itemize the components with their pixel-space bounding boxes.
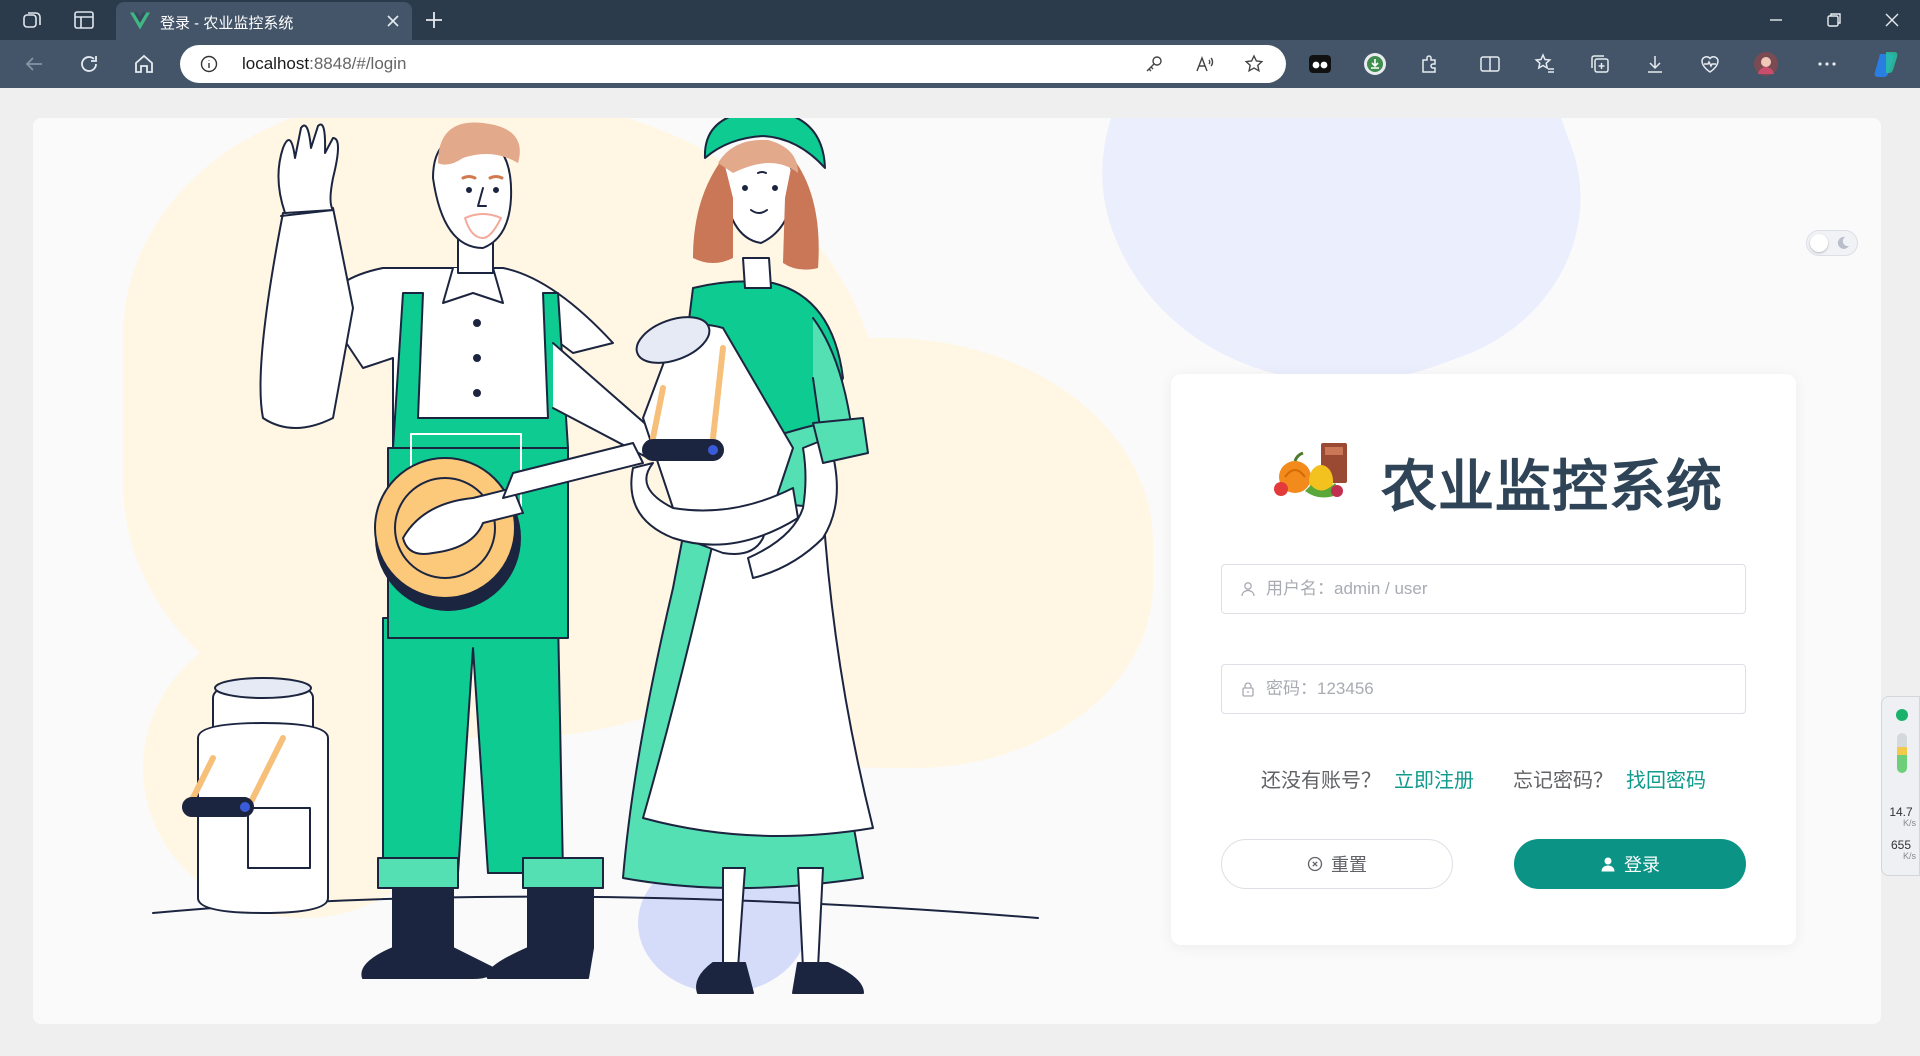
read-aloud-icon[interactable]	[1194, 54, 1214, 74]
username-input[interactable]	[1266, 565, 1736, 613]
tab-title: 登录 - 农业监控系统	[160, 15, 294, 32]
user-solid-icon	[1601, 857, 1615, 872]
theme-toggle[interactable]	[1806, 230, 1858, 256]
system-title: 农业监控系统	[1381, 455, 1723, 520]
browser-essentials-icon[interactable]	[1698, 52, 1722, 76]
reset-button[interactable]: 重置	[1221, 839, 1453, 889]
site-info-icon[interactable]	[200, 55, 218, 73]
downloads-icon[interactable]	[1643, 52, 1667, 76]
login-page-background: 农业监控系统 还没有账号？ 立即注册 忘记密码？ 找回密码 重置	[33, 118, 1881, 1024]
more-menu-icon[interactable]	[1815, 52, 1839, 76]
login-button-label: 登录	[1624, 855, 1660, 875]
collections-icon[interactable]	[1588, 52, 1612, 76]
close-window-icon[interactable]	[1880, 8, 1904, 32]
password-field[interactable]	[1221, 664, 1746, 714]
favorites-icon[interactable]	[1533, 52, 1557, 76]
theme-toggle-knob	[1810, 234, 1828, 252]
extension-glasses-icon[interactable]	[1308, 52, 1332, 76]
url-host: localhost	[242, 54, 310, 73]
status-dot	[1896, 709, 1908, 721]
agriculture-logo-icon	[1274, 443, 1347, 498]
back-icon[interactable]	[22, 52, 46, 76]
refresh-icon[interactable]	[77, 52, 101, 76]
split-screen-icon[interactable]	[1478, 52, 1502, 76]
vue-logo-icon	[130, 12, 150, 30]
login-form-card: 农业监控系统 还没有账号？ 立即注册 忘记密码？ 找回密码 重置	[1171, 374, 1796, 945]
new-tab-icon[interactable]	[422, 8, 446, 32]
browser-toolbar: localhost:8848/#/login	[0, 40, 1920, 88]
farmers-illustration	[152, 118, 1039, 994]
url-path: :8848/#/login	[309, 54, 407, 73]
upload-speed: 14.7	[1889, 805, 1913, 819]
upload-unit: K/s	[1902, 818, 1916, 828]
download-speed: 655	[1890, 838, 1912, 852]
home-icon[interactable]	[132, 52, 156, 76]
register-link[interactable]: 立即注册	[1394, 764, 1474, 793]
lock-icon	[1242, 682, 1254, 697]
minimize-icon[interactable]	[1764, 8, 1788, 32]
moon-icon	[1837, 236, 1849, 249]
username-field[interactable]	[1221, 564, 1746, 614]
extension-download-icon[interactable]	[1363, 52, 1387, 76]
no-account-text: 还没有账号？	[1261, 770, 1381, 792]
reset-circle-x-icon	[1307, 856, 1323, 872]
address-bar[interactable]: localhost:8848/#/login	[180, 45, 1286, 83]
account-links: 还没有账号？ 立即注册 忘记密码？ 找回密码	[1171, 764, 1796, 794]
favorite-star-icon[interactable]	[1244, 54, 1264, 74]
user-icon	[1241, 582, 1255, 597]
usage-bar	[1897, 733, 1907, 773]
key-icon[interactable]	[1144, 54, 1164, 74]
url-text[interactable]: localhost:8848/#/login	[242, 54, 406, 74]
workspaces-icon[interactable]	[20, 8, 44, 32]
reset-button-label: 重置	[1331, 855, 1367, 875]
forgot-password-text: 忘记密码？	[1513, 770, 1613, 792]
login-button[interactable]: 登录	[1514, 839, 1746, 889]
password-input[interactable]	[1266, 665, 1736, 713]
copilot-icon[interactable]	[1872, 50, 1900, 78]
download-unit: K/s	[1902, 851, 1916, 861]
extensions-puzzle-icon[interactable]	[1418, 52, 1442, 76]
tab-login[interactable]: 登录 - 农业监控系统	[116, 2, 412, 40]
page-viewport: 农业监控系统 还没有账号？ 立即注册 忘记密码？ 找回密码 重置	[0, 88, 1920, 1056]
browser-tab-bar: 登录 - 农业监控系统	[0, 0, 1920, 40]
close-tab-icon[interactable]	[384, 12, 402, 30]
recover-password-link[interactable]: 找回密码	[1626, 764, 1706, 793]
tab-actions-icon[interactable]	[72, 8, 96, 32]
network-speed-widget[interactable]: 14.7 K/s 655 K/s	[1881, 696, 1920, 876]
profile-avatar[interactable]	[1754, 52, 1778, 76]
restore-icon[interactable]	[1822, 8, 1846, 32]
